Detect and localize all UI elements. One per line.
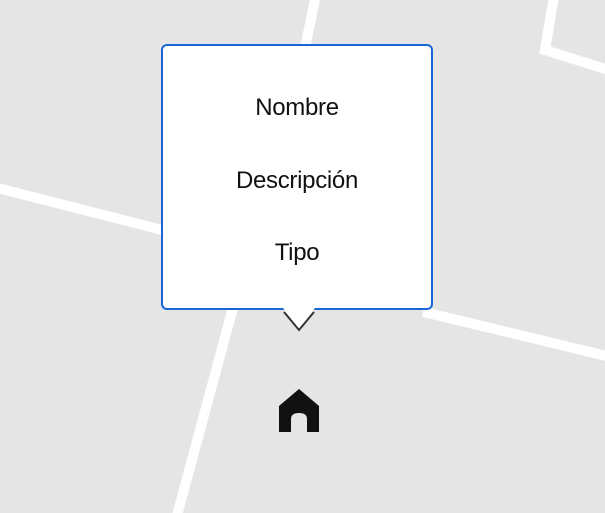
popup-tail: [283, 308, 315, 332]
popup-field-tipo: Tipo: [274, 239, 320, 266]
road-diagonal-lower: [421, 306, 605, 361]
feature-popup: Nombre Descripción Tipo: [161, 44, 433, 310]
home-marker[interactable]: [277, 386, 321, 434]
road-corner-top-right: [539, 0, 605, 75]
home-icon: [279, 389, 319, 432]
popup-field-descripcion: Descripción: [235, 167, 359, 194]
popup-field-nombre: Nombre: [255, 94, 339, 121]
road-vertical-top: [299, 0, 321, 54]
road-diagonal-upper: [0, 183, 177, 239]
road-vertical-left: [172, 293, 242, 513]
